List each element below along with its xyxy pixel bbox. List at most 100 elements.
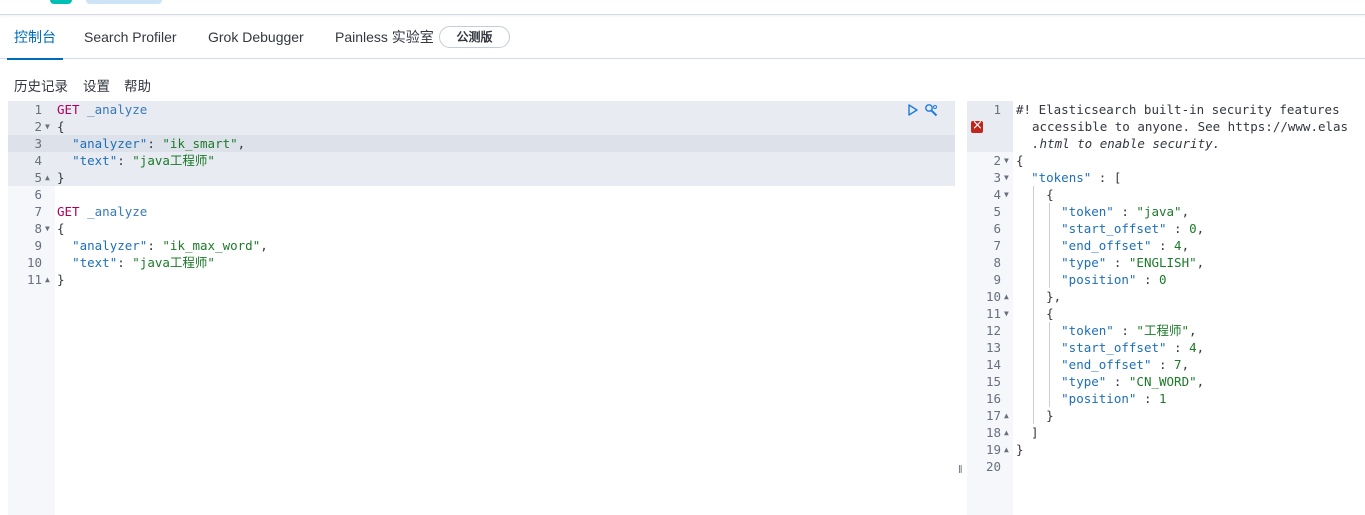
fold-toggle-icon[interactable]: ▼ xyxy=(1004,186,1009,203)
play-icon[interactable] xyxy=(906,103,920,117)
warning-line: #! Elasticsearch built-in security featu… xyxy=(1016,102,1340,117)
code-line: "analyzer": "ik_smart", xyxy=(72,136,246,151)
json-key: "position" xyxy=(1061,272,1137,287)
warning-line: accessible to anyone. See https://www.el… xyxy=(1032,119,1349,134)
type-value: "ENGLISH" xyxy=(1128,255,1197,270)
http-method: GET xyxy=(57,204,80,219)
line-number: 7 xyxy=(993,238,1001,253)
line-number: 5 xyxy=(993,204,1001,219)
unfold-toggle-icon[interactable]: ▲ xyxy=(1004,407,1009,424)
line-number: 2 xyxy=(993,153,1001,168)
line-number: 5 xyxy=(34,170,42,185)
line-number: 9 xyxy=(993,272,1001,287)
line-number: 12 xyxy=(985,323,1001,338)
json-key: "start_offset" xyxy=(1061,221,1167,236)
json-key: "text" xyxy=(72,153,118,168)
line-number: 10 xyxy=(26,255,42,270)
position-value: 0 xyxy=(1159,272,1167,287)
space-selector[interactable] xyxy=(86,0,162,4)
beta-badge: 公测版 xyxy=(439,26,510,48)
json-key: "end_offset" xyxy=(1061,357,1152,372)
code-line: { xyxy=(1016,187,1054,202)
console-toolbar: 历史记录 设置 帮助 xyxy=(0,59,1365,101)
request-path: _analyze xyxy=(87,204,148,219)
line-number: 11 xyxy=(985,306,1001,321)
code-line: "tokens" : [ xyxy=(1031,170,1122,185)
help-link[interactable]: 帮助 xyxy=(124,75,151,95)
json-key: "text" xyxy=(72,255,118,270)
line-number: 4 xyxy=(993,187,1001,202)
code-line: "type" : "CN_WORD", xyxy=(1061,374,1205,389)
code-line: "end_offset" : 4, xyxy=(1061,238,1190,253)
line-number: 3 xyxy=(993,170,1001,185)
error-icon[interactable] xyxy=(971,118,983,133)
fold-toggle-icon[interactable]: ▼ xyxy=(1004,305,1009,322)
code-line: GET _analyze xyxy=(57,203,147,220)
code-line: "text": "java工程师" xyxy=(72,153,215,168)
code-line: } xyxy=(57,272,65,287)
line-number: 1 xyxy=(993,102,1001,117)
request-editor[interactable]: 1 2 3 4 5 6 7 8 9 10 11 ▼ ▲ ▼ ▲ GET _ana… xyxy=(8,101,955,515)
tab-grok-debugger[interactable]: Grok Debugger xyxy=(208,15,304,59)
line-number: 9 xyxy=(34,238,42,253)
json-string: "ik_max_word" xyxy=(162,238,261,253)
json-key: "tokens" xyxy=(1031,170,1092,185)
json-string: "java工程师" xyxy=(132,153,215,168)
line-number: 11 xyxy=(26,272,42,287)
fold-toggle-icon[interactable]: ▼ xyxy=(45,220,50,237)
json-key: "position" xyxy=(1061,391,1137,406)
line-number: 1 xyxy=(34,102,42,117)
dev-tools-tabs: 控制台 Search Profiler Grok Debugger Painle… xyxy=(0,15,1365,60)
code-line: ] xyxy=(1016,425,1039,440)
end-offset-value: 7 xyxy=(1174,357,1182,372)
history-link[interactable]: 历史记录 xyxy=(14,75,68,95)
code-line: } xyxy=(57,170,65,185)
tab-console[interactable]: 控制台 xyxy=(7,15,63,60)
line-number: 17 xyxy=(985,408,1001,423)
unfold-toggle-icon[interactable]: ▲ xyxy=(45,271,50,288)
line-number: 7 xyxy=(34,204,42,219)
top-header xyxy=(0,0,1365,15)
line-number: 10 xyxy=(985,289,1001,304)
app-logo[interactable] xyxy=(50,0,72,4)
code-line: "text": "java工程师" xyxy=(72,255,215,270)
line-number: 18 xyxy=(985,425,1001,440)
start-offset-value: 0 xyxy=(1189,221,1197,236)
unfold-toggle-icon[interactable]: ▲ xyxy=(45,169,50,186)
code-line: "analyzer": "ik_max_word", xyxy=(72,238,268,253)
tab-painless-lab[interactable]: Painless 实验室 xyxy=(335,15,434,59)
unfold-toggle-icon[interactable]: ▲ xyxy=(1004,288,1009,305)
json-key: "token" xyxy=(1061,323,1114,338)
line-number: 15 xyxy=(985,374,1001,389)
token-value: "java" xyxy=(1136,204,1182,219)
line-number: 4 xyxy=(34,153,42,168)
settings-link[interactable]: 设置 xyxy=(83,75,110,95)
unfold-toggle-icon[interactable]: ▲ xyxy=(1004,424,1009,441)
code-line: { xyxy=(57,119,65,134)
fold-toggle-icon[interactable]: ▼ xyxy=(1004,169,1009,186)
line-number: 13 xyxy=(985,340,1001,355)
tab-search-profiler[interactable]: Search Profiler xyxy=(84,15,177,59)
line-number: 8 xyxy=(34,221,42,236)
response-viewer[interactable]: 1 2 3 4 5 6 7 8 9 10 11 12 13 14 15 16 1… xyxy=(967,101,1365,515)
code-line: "type" : "ENGLISH", xyxy=(1061,255,1205,270)
line-number: 6 xyxy=(993,221,1001,236)
resize-grip-icon[interactable]: ‖ xyxy=(958,464,963,476)
code-line: GET _analyze xyxy=(57,101,147,118)
code-line: }, xyxy=(1016,289,1062,304)
line-number: 2 xyxy=(34,119,42,134)
wrench-icon[interactable] xyxy=(924,103,938,117)
response-code-area[interactable] xyxy=(1013,101,1365,515)
json-key: "analyzer" xyxy=(72,238,148,253)
code-line: "start_offset" : 0, xyxy=(1061,221,1205,236)
warning-line: .html to enable security. xyxy=(1032,136,1221,151)
code-line: "end_offset" : 7, xyxy=(1061,357,1190,372)
code-line: } xyxy=(1016,408,1054,423)
fold-toggle-icon[interactable]: ▼ xyxy=(45,118,50,135)
fold-toggle-icon[interactable]: ▼ xyxy=(1004,152,1009,169)
line-number: 3 xyxy=(34,136,42,151)
code-line: { xyxy=(1016,153,1024,168)
unfold-toggle-icon[interactable]: ▲ xyxy=(1004,441,1009,458)
pane-resizer[interactable]: ‖ xyxy=(955,101,967,515)
line-number: 16 xyxy=(985,391,1001,406)
